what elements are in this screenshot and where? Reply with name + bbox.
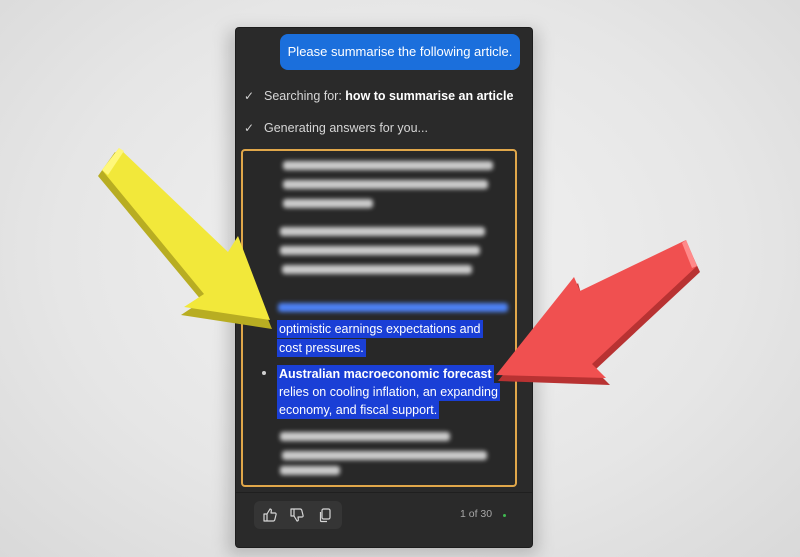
redacted-text [283, 161, 493, 170]
check-icon: ✓ [244, 89, 255, 103]
check-icon: ✓ [244, 121, 255, 135]
highlighted-line: cost pressures. [277, 339, 366, 357]
thumbs-up-icon [263, 508, 277, 522]
user-message-bubble: Please summarise the following article. [280, 34, 520, 70]
copy-button[interactable] [311, 501, 339, 529]
redacted-text [282, 451, 487, 460]
generating-step-text: Generating answers for you... [264, 121, 428, 135]
bullet-text: relies on cooling inflation, an expandin… [277, 383, 500, 401]
footer-divider [236, 492, 532, 493]
bullet-text: economy, and fiscal support. [277, 401, 440, 419]
search-step-query: how to summarise an article [345, 89, 514, 103]
list-bullet [262, 371, 266, 375]
copy-icon [319, 508, 331, 523]
search-step: ✓ Searching for: how to summarise an arti… [244, 87, 513, 105]
status-dot [503, 514, 506, 517]
page-indicator: 1 of 30 [460, 508, 493, 520]
bullet-title: Australian macroeconomic forecast [277, 365, 494, 383]
redacted-text [280, 227, 485, 236]
redacted-text [283, 180, 488, 189]
redacted-text [280, 466, 340, 475]
generating-step: ✓ Generating answers for you... [244, 119, 428, 137]
search-step-prefix: Searching for: [264, 89, 346, 103]
redacted-text [282, 265, 472, 274]
thumbs-up-button[interactable] [256, 501, 284, 529]
redacted-text [280, 432, 450, 441]
thumbs-down-icon [290, 508, 304, 522]
thumbs-down-button[interactable] [283, 501, 311, 529]
redacted-text [280, 246, 480, 255]
user-message-text: Please summarise the following article. [287, 44, 513, 59]
highlighted-line: optimistic earnings expectations and [277, 320, 483, 338]
redacted-highlighted-text [278, 303, 508, 312]
redacted-text [283, 199, 373, 208]
